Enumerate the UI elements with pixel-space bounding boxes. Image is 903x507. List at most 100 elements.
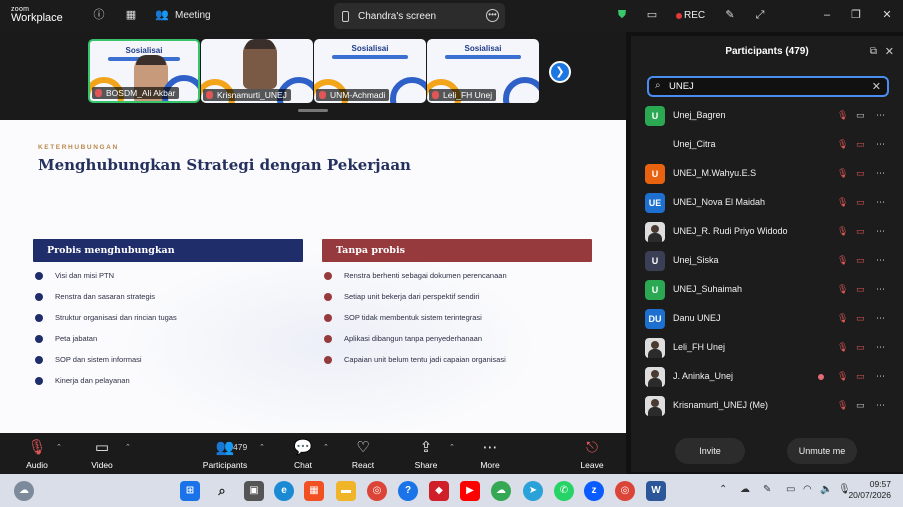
heart-icon: ♡ xyxy=(356,439,370,456)
word-icon[interactable]: W xyxy=(646,481,666,501)
video-off-icon: ▭ xyxy=(856,197,865,207)
help-icon[interactable]: ? xyxy=(398,481,418,501)
task-view-icon[interactable]: ▣ xyxy=(244,481,264,501)
pop-out-icon[interactable]: ⧉ xyxy=(870,46,877,57)
participant-row[interactable]: Krisnamurti_UNEJ (Me) 🎙 ▭ ⋯ xyxy=(631,392,903,421)
info-icon[interactable]: ⓘ xyxy=(92,8,106,22)
participants-panel: Participants (479) ⧉ ✕ ⌕ UNEJ ✕ U Unej_B… xyxy=(631,36,903,472)
more-dots-icon[interactable]: ⋯ xyxy=(876,226,885,237)
grid-view-icon[interactable]: ▦ xyxy=(124,8,138,22)
participant-row[interactable]: Leli_FH Unej 🎙 ▭ ⋯ xyxy=(631,334,903,363)
close-icon[interactable]: ✕ xyxy=(880,8,894,22)
more-dots-icon[interactable]: ⋯ xyxy=(876,168,885,179)
tray-pen-icon[interactable]: ✎ xyxy=(763,484,771,495)
more-options-icon[interactable]: ••• xyxy=(486,9,499,22)
zoom-app-icon[interactable]: z xyxy=(584,481,604,501)
video-tile[interactable]: Krisnamurti_UNEJ xyxy=(201,39,313,103)
react-button[interactable]: ♡ React xyxy=(333,438,393,470)
edge-browser-icon[interactable]: e xyxy=(274,481,294,501)
restore-icon[interactable]: ❐ xyxy=(849,8,863,22)
more-dots-icon[interactable]: ⋯ xyxy=(876,139,885,150)
chat-options-caret[interactable]: ⌃ xyxy=(323,443,329,451)
shared-slide: KETERHUBUNGAN Menghubungkan Strategi den… xyxy=(0,120,626,433)
drag-handle[interactable] xyxy=(298,109,328,112)
volume-icon[interactable]: 🔈 xyxy=(820,484,832,495)
file-explorer-icon[interactable]: ▬ xyxy=(336,481,356,501)
battery-icon[interactable]: ▭ xyxy=(786,484,795,495)
zoom-logo: zoom Workplace xyxy=(11,6,63,24)
telegram-icon[interactable]: ➤ xyxy=(523,481,543,501)
next-page-arrow-icon[interactable]: ❯ xyxy=(549,61,571,83)
list-item: Struktur organisasi dan rincian tugas xyxy=(35,312,177,333)
video-off-icon: ▭ xyxy=(856,313,865,323)
tray-app-icon[interactable]: ☁ xyxy=(740,484,750,495)
participant-row[interactable]: DU Danu UNEJ 🎙 ▭ ⋯ xyxy=(631,305,903,334)
muted-mic-icon xyxy=(432,91,439,99)
participant-row[interactable]: U UNEJ_Suhaimah 🎙 ▭ ⋯ xyxy=(631,276,903,305)
search-icon[interactable]: ⌕ xyxy=(212,481,232,501)
more-dots-icon[interactable]: ⋯ xyxy=(876,371,885,382)
more-dots-icon[interactable]: ⋯ xyxy=(876,197,885,208)
video-tile[interactable]: Sosialisai UNM-Achmadi xyxy=(314,39,426,103)
youtube-icon[interactable]: ▶ xyxy=(460,481,480,501)
video-camera-icon: ▭ xyxy=(94,439,110,456)
video-tile[interactable]: Sosialisai Leli_FH Unej xyxy=(427,39,539,103)
cloud-app-icon[interactable]: ☁ xyxy=(491,481,511,501)
weather-icon[interactable]: ☁ xyxy=(14,481,34,501)
participant-row[interactable]: J. Aninka_Unej 🎙 ▭ ⋯ xyxy=(631,363,903,392)
invite-button[interactable]: Invite xyxy=(675,438,745,464)
screen-share-indicator[interactable]: Chandra's screen ••• xyxy=(334,3,505,29)
more-dots-icon[interactable]: ⋯ xyxy=(876,342,885,353)
audio-options-caret[interactable]: ⌃ xyxy=(56,443,62,451)
video-off-icon: ▭ xyxy=(856,139,865,149)
annotate-icon[interactable]: ✎ xyxy=(723,8,737,22)
more-dots-icon[interactable]: ⋯ xyxy=(876,255,885,266)
participant-row[interactable]: UNEJ_R. Rudi Priyo Widodo 🎙 ▭ ⋯ xyxy=(631,218,903,247)
leave-button[interactable]: ⎋ Leave xyxy=(562,438,622,470)
whatsapp-icon[interactable]: ✆ xyxy=(554,481,574,501)
video-button[interactable]: ▭ Video xyxy=(72,438,132,470)
notes-icon[interactable]: ▭ xyxy=(645,8,659,22)
close-panel-icon[interactable]: ✕ xyxy=(885,45,894,58)
chrome-icon[interactable]: ◎ xyxy=(615,481,635,501)
clock[interactable]: 09:57 20/07/2026 xyxy=(848,479,891,501)
chrome-icon[interactable]: ◎ xyxy=(367,481,387,501)
status-dot xyxy=(818,374,824,380)
avatar: U xyxy=(645,251,665,271)
more-button[interactable]: ⋯ More xyxy=(460,438,520,470)
slide-kicker: KETERHUBUNGAN xyxy=(38,144,119,151)
security-app-icon[interactable]: ◆ xyxy=(429,481,449,501)
start-icon[interactable]: ⊞ xyxy=(180,481,200,501)
more-dots-icon[interactable]: ⋯ xyxy=(876,110,885,121)
more-dots-icon[interactable]: ⋯ xyxy=(876,400,885,411)
participant-search-input[interactable]: ⌕ UNEJ ✕ xyxy=(647,76,889,97)
more-dots-icon[interactable]: ⋯ xyxy=(876,284,885,295)
video-options-caret[interactable]: ⌃ xyxy=(125,443,131,451)
store-icon[interactable]: ▦ xyxy=(304,481,324,501)
share-options-caret[interactable]: ⌃ xyxy=(449,443,455,451)
participant-row[interactable]: Unej_Citra 🎙 ▭ ⋯ xyxy=(631,131,903,160)
wifi-icon[interactable]: ◠ xyxy=(803,484,812,495)
avatar: U xyxy=(645,280,665,300)
participant-row[interactable]: U UNEJ_M.Wahyu.E.S 🎙 ▭ ⋯ xyxy=(631,160,903,189)
share-button[interactable]: ⇪ Share xyxy=(396,438,456,470)
more-dots-icon[interactable]: ⋯ xyxy=(876,313,885,324)
participants-options-caret[interactable]: ⌃ xyxy=(259,443,265,451)
video-tile[interactable]: Sosialisai BOSDM_Ali Akbar xyxy=(88,39,200,103)
list-item: Capaian unit belum tentu jadi capaian or… xyxy=(324,354,507,375)
muted-mic-icon: 🎙 xyxy=(837,139,849,149)
participant-row[interactable]: U Unej_Bagren 🎙 ▭ ⋯ xyxy=(631,102,903,131)
avatar: UE xyxy=(645,193,665,213)
participant-row[interactable]: UE UNEJ_Nova El Maidah 🎙 ▭ ⋯ xyxy=(631,189,903,218)
phone-icon xyxy=(342,11,349,22)
participant-row[interactable]: U Unej_Siska 🎙 ▭ ⋯ xyxy=(631,247,903,276)
security-shield-icon[interactable]: ⛊ xyxy=(615,8,629,22)
expand-icon[interactable]: ⤢ xyxy=(753,8,767,22)
left-column-heading: Probis menghubungkan xyxy=(33,239,303,262)
participants-button[interactable]: 👥 479 Participants xyxy=(195,438,255,470)
tray-overflow-icon[interactable]: ⌃ xyxy=(719,484,727,495)
minimize-icon[interactable]: – xyxy=(820,8,834,22)
unmute-me-button[interactable]: Unmute me xyxy=(787,438,857,464)
clear-search-icon[interactable]: ✕ xyxy=(872,80,881,93)
rec-label[interactable]: REC xyxy=(684,10,705,21)
